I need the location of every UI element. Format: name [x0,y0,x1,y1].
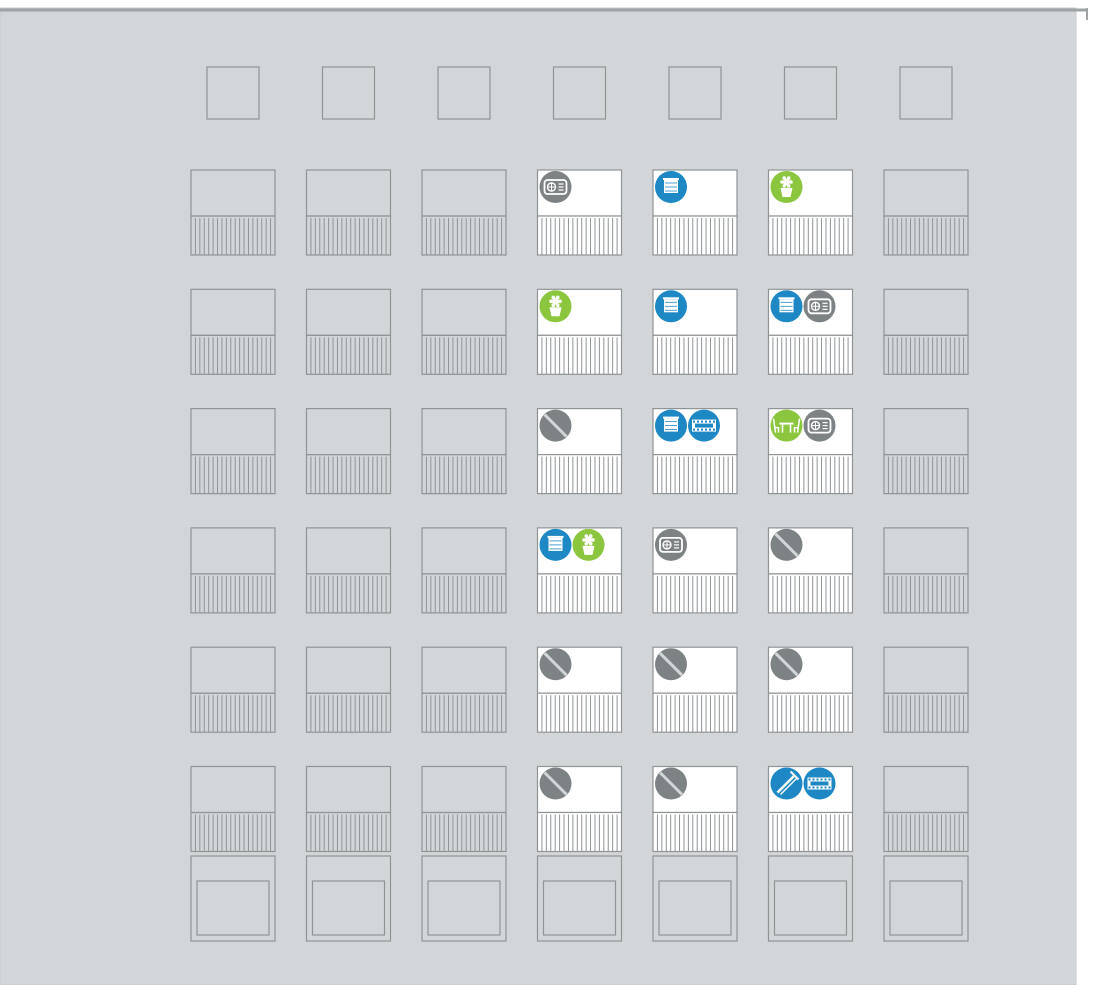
balcony-railing [652,215,738,256]
plant-icon [770,171,803,203]
apartment-window [652,169,738,256]
no-occupancy-icon [770,528,803,561]
apartment-window [767,765,854,853]
film-strip-icon [688,409,720,442]
balcony-railing [767,454,854,495]
balcony-railing [652,692,738,733]
radiator-icon [539,171,572,203]
table-chairs-icon [770,409,803,442]
apartment-window [536,765,623,853]
radiator-icon [655,528,687,561]
no-occupancy-icon [655,648,687,681]
radiator-icon [803,290,836,323]
balcony-railing [536,215,623,256]
plant-icon [572,528,605,561]
balcony-railing [652,811,738,853]
window-blind-icon [655,171,687,203]
apartment-window [767,646,854,733]
apartment-window [767,288,854,375]
balcony-railing [652,334,738,375]
apartment-window [652,527,738,614]
balcony-railing [536,454,623,495]
balcony-railing [767,692,854,733]
balcony-railing [767,811,854,853]
apartment-window [652,288,738,375]
balcony-railing [536,692,623,733]
balcony-railing [536,334,623,375]
apartment-window [536,169,623,256]
apartment-window [652,765,738,853]
balcony-railing [767,573,854,614]
apartment-window [536,408,623,495]
building-facade-diagram [0,7,1088,985]
apartment-window [767,527,854,614]
apartment-window [767,169,854,256]
balcony-railing [767,334,854,375]
plant-icon [539,290,572,323]
radiator-icon [803,409,836,442]
apartment-window [536,288,623,375]
balcony-railing [536,811,623,853]
no-occupancy-icon [539,648,572,681]
no-occupancy-icon [770,648,803,681]
no-occupancy-icon [655,767,687,800]
balcony-railing [767,215,854,256]
window-blind-icon [770,290,803,323]
balcony-railing [536,573,623,614]
no-occupancy-icon [539,409,572,442]
film-strip-icon [803,767,836,800]
tools-icon [770,767,803,800]
apartment-window [536,646,623,733]
balcony-railing [652,454,738,495]
apartment-window [652,408,738,495]
apartment-window [652,646,738,733]
no-occupancy-icon [539,767,572,800]
window-blind-icon [655,409,687,442]
apartment-window [536,527,623,614]
balcony-railing [652,573,738,614]
window-blind-icon [539,528,572,561]
window-blind-icon [655,290,687,323]
apartment-window [767,408,854,495]
